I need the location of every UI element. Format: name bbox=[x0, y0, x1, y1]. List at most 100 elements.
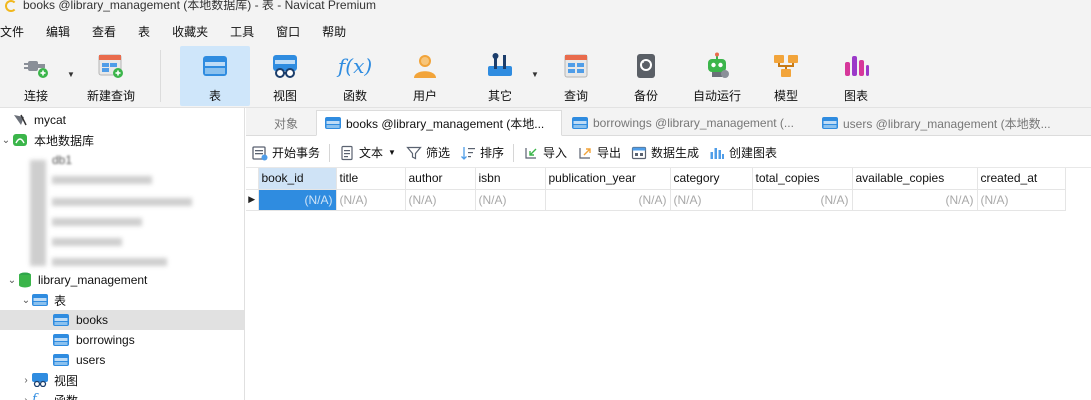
function-button[interactable]: f(x) 函数 bbox=[330, 46, 380, 106]
automation-button[interactable]: 自动运行 bbox=[686, 46, 748, 106]
menu-window[interactable]: 窗口 bbox=[265, 20, 311, 44]
cell-total-copies[interactable]: (N/A) bbox=[752, 189, 853, 211]
begin-transaction-button[interactable]: 开始事务 bbox=[246, 144, 325, 161]
user-button[interactable]: 用户 bbox=[400, 46, 450, 106]
views-folder-icon bbox=[32, 373, 48, 388]
title-bar: books @library_management (本地数据库) - 表 - … bbox=[0, 0, 1091, 20]
chart-label: 图表 bbox=[843, 89, 868, 103]
cell-created-at[interactable]: (N/A) bbox=[977, 189, 1066, 211]
nav-table-borrowings[interactable]: borrowings bbox=[0, 330, 244, 350]
nav-table-books[interactable]: books bbox=[0, 310, 244, 330]
backup-icon bbox=[630, 50, 662, 82]
text-view-label: 文本 bbox=[359, 146, 384, 160]
user-label: 用户 bbox=[412, 89, 437, 103]
model-label: 模型 bbox=[773, 89, 798, 103]
collapsed-chevron-icon[interactable]: › bbox=[20, 375, 32, 386]
nav-table-users[interactable]: users bbox=[0, 350, 244, 370]
table-label: 表 bbox=[208, 89, 221, 103]
other-dropdown-icon[interactable]: ▼ bbox=[531, 70, 539, 79]
mycat-connection-icon bbox=[12, 113, 28, 127]
cell-available-copies[interactable]: (N/A) bbox=[852, 189, 978, 211]
row-header-corner bbox=[246, 168, 259, 190]
menu-view[interactable]: 查看 bbox=[81, 20, 127, 44]
navicat-logo-icon bbox=[5, 0, 17, 12]
table-icon bbox=[53, 333, 69, 347]
cell-isbn[interactable]: (N/A) bbox=[475, 189, 546, 211]
import-button[interactable]: 导入 bbox=[518, 144, 572, 161]
filter-label: 筛选 bbox=[425, 146, 450, 160]
table-icon bbox=[572, 116, 588, 130]
column-header-isbn[interactable]: isbn bbox=[475, 168, 546, 190]
function-icon: f(x) bbox=[337, 50, 373, 82]
menu-file[interactable]: 文件 bbox=[0, 20, 35, 44]
menu-tools[interactable]: 工具 bbox=[219, 20, 265, 44]
table-toolbar: 开始事务 文本 ▼ 筛选 排序 导入 导出 数据生成 创建图表 bbox=[246, 138, 1091, 168]
main-toolbar: 连接 ▼ 新建查询 表 视图 f(x) 函数 用户 其它 ▼ 查询 备份 自动运… bbox=[0, 44, 1091, 108]
text-dropdown-icon[interactable]: ▼ bbox=[388, 148, 396, 157]
create-chart-button[interactable]: 创建图表 bbox=[704, 144, 782, 161]
backup-button[interactable]: 备份 bbox=[621, 46, 671, 106]
connect-dropdown-icon[interactable]: ▼ bbox=[67, 70, 75, 79]
nav-label-mycat: mycat bbox=[34, 113, 67, 127]
column-header-publication-year[interactable]: publication_year bbox=[545, 168, 671, 190]
other-button[interactable]: 其它 bbox=[478, 46, 522, 106]
menu-favorites[interactable]: 收藏夹 bbox=[161, 20, 219, 44]
table-row[interactable]: ▶ (N/A) (N/A) (N/A) (N/A) (N/A) (N/A) (N… bbox=[246, 189, 1066, 211]
bar-chart-icon bbox=[709, 145, 725, 161]
text-view-button[interactable]: 文本 ▼ bbox=[334, 144, 401, 161]
tab-borrowings[interactable]: borrowings @library_management (... bbox=[564, 110, 814, 136]
column-header-author[interactable]: author bbox=[405, 168, 476, 190]
menu-table[interactable]: 表 bbox=[127, 20, 161, 44]
tab-books[interactable]: books @library_management (本地... bbox=[316, 110, 562, 136]
tab-objects[interactable]: 对象 bbox=[256, 110, 316, 136]
nav-label-blurred: db1 bbox=[52, 153, 73, 167]
import-label: 导入 bbox=[542, 146, 567, 160]
nav-group-tables[interactable]: ⌄ 表 bbox=[0, 290, 244, 310]
export-button[interactable]: 导出 bbox=[572, 144, 626, 161]
cell-publication-year[interactable]: (N/A) bbox=[545, 189, 671, 211]
nav-connection-local[interactable]: ⌄ 本地数据库 bbox=[0, 130, 244, 150]
column-header-title[interactable]: title bbox=[336, 168, 406, 190]
table-button[interactable]: 表 bbox=[180, 46, 250, 106]
tab-users[interactable]: users @library_management (本地数... bbox=[814, 110, 1066, 136]
data-generation-button[interactable]: 数据生成 bbox=[626, 144, 704, 161]
connect-button[interactable]: 连接 bbox=[8, 46, 64, 106]
column-header-book-id[interactable]: book_id bbox=[258, 168, 337, 190]
function-glyph: f(x) bbox=[337, 54, 373, 78]
toolbar-divider bbox=[160, 50, 161, 102]
nav-label-tables: 表 bbox=[54, 293, 67, 308]
cell-category[interactable]: (N/A) bbox=[670, 189, 753, 211]
connect-label: 连接 bbox=[23, 89, 48, 103]
chart-button[interactable]: 图表 bbox=[831, 46, 881, 106]
nav-db-library-management[interactable]: ⌄ library_management bbox=[0, 270, 244, 290]
new-query-button[interactable]: 新建查询 bbox=[82, 46, 140, 106]
model-icon bbox=[770, 50, 802, 82]
nav-connection-mycat[interactable]: mycat bbox=[0, 110, 244, 130]
column-header-available-copies[interactable]: available_copies bbox=[852, 168, 978, 190]
cell-title[interactable]: (N/A) bbox=[336, 189, 406, 211]
query-button[interactable]: 查询 bbox=[551, 46, 601, 106]
column-header-created-at[interactable]: created_at bbox=[977, 168, 1066, 190]
cell-author[interactable]: (N/A) bbox=[405, 189, 476, 211]
column-header-category[interactable]: category bbox=[670, 168, 753, 190]
expanded-chevron-icon[interactable]: ⌄ bbox=[6, 275, 18, 286]
nav-group-functions[interactable]: › f 函数 bbox=[0, 390, 244, 400]
filter-button[interactable]: 筛选 bbox=[401, 144, 455, 161]
view-button[interactable]: 视图 bbox=[260, 46, 310, 106]
sort-button[interactable]: 排序 bbox=[455, 144, 509, 161]
collapsed-chevron-icon[interactable]: › bbox=[20, 395, 32, 400]
model-button[interactable]: 模型 bbox=[761, 46, 811, 106]
menu-edit[interactable]: 编辑 bbox=[35, 20, 81, 44]
query-label: 查询 bbox=[563, 89, 588, 103]
menu-help[interactable]: 帮助 bbox=[311, 20, 357, 44]
column-header-total-copies[interactable]: total_copies bbox=[752, 168, 853, 190]
expanded-chevron-icon[interactable]: ⌄ bbox=[20, 295, 32, 306]
expanded-chevron-icon[interactable]: ⌄ bbox=[0, 135, 12, 146]
export-label: 导出 bbox=[597, 146, 622, 160]
mysql-connection-icon bbox=[12, 133, 28, 147]
nav-label-functions: 函数 bbox=[54, 392, 78, 400]
cell-book-id[interactable]: (N/A) bbox=[258, 189, 337, 211]
window-title: books @library_management (本地数据库) - 表 - … bbox=[23, 0, 376, 12]
robot-icon bbox=[701, 50, 733, 82]
nav-group-views[interactable]: › 视图 bbox=[0, 370, 244, 390]
